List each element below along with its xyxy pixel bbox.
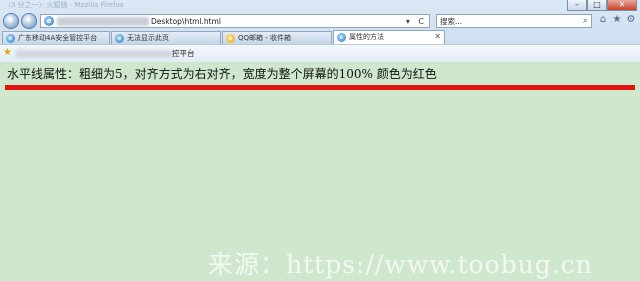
maximize-button[interactable]: □ bbox=[587, 0, 607, 11]
window-controls: – □ ✕ bbox=[567, 0, 637, 11]
search-icon[interactable]: ⌕ bbox=[583, 15, 588, 28]
back-button[interactable]: ‹ bbox=[3, 13, 19, 29]
tab-cannot-display[interactable]: e 无法显示此页 bbox=[111, 31, 221, 44]
search-placeholder: 搜索... bbox=[440, 17, 463, 26]
ie-page-icon: e bbox=[44, 16, 54, 26]
navigation-bar: ‹ › e Desktop\html.html ▾ C 搜索... ⌕ ⌂ ★ … bbox=[0, 12, 640, 30]
horizontal-rule bbox=[5, 85, 635, 90]
ie-tab-icon: e bbox=[115, 34, 124, 43]
gear-icon[interactable]: ⚙ bbox=[626, 14, 636, 26]
toolbar-icons: ⌂ ★ ⚙ bbox=[598, 14, 636, 26]
favorites-item[interactable]: 控平台 bbox=[172, 45, 195, 62]
home-icon[interactable]: ⌂ bbox=[598, 14, 608, 26]
page-heading: 水平线属性：粗细为5，对齐方式为右对齐，宽度为整个屏幕的100% 颜色为红色 bbox=[7, 67, 437, 81]
tab-4a-platform[interactable]: e 广东移动4A安全管控平台 bbox=[2, 31, 110, 44]
tab-attribute-methods[interactable]: e 属性的方法 ✕ bbox=[333, 30, 445, 44]
minimize-button[interactable]: – bbox=[567, 0, 587, 11]
favorites-bar: ★ 控平台 bbox=[0, 44, 640, 62]
ie-tab-icon: e bbox=[337, 33, 346, 42]
close-button[interactable]: ✕ bbox=[607, 0, 637, 11]
refresh-icon[interactable]: ▾ C bbox=[406, 15, 427, 28]
favorites-icon[interactable]: ★ bbox=[612, 14, 622, 26]
address-bar[interactable]: e Desktop\html.html ▾ C bbox=[40, 14, 430, 28]
address-redacted bbox=[57, 17, 149, 26]
window-title: （3 分之一）· 火狐版 · Mozilla Firefox bbox=[4, 1, 124, 9]
tab-close-icon[interactable]: ✕ bbox=[434, 31, 441, 43]
browser-chrome: （3 分之一）· 火狐版 · Mozilla Firefox – □ ✕ ‹ ›… bbox=[0, 0, 640, 62]
tab-label: QQ邮箱 - 收件箱 bbox=[238, 34, 291, 42]
tab-qq-mail[interactable]: e QQ邮箱 - 收件箱 bbox=[222, 31, 332, 44]
search-input[interactable]: 搜索... ⌕ bbox=[436, 14, 592, 28]
qq-mail-tab-icon: e bbox=[226, 34, 235, 43]
tab-strip: e 广东移动4A安全管控平台 e 无法显示此页 e QQ邮箱 - 收件箱 e 属… bbox=[0, 30, 640, 44]
favorites-redacted bbox=[16, 50, 172, 58]
ie-tab-icon: e bbox=[6, 34, 15, 43]
tab-label: 无法显示此页 bbox=[127, 34, 169, 42]
tab-label: 属性的方法 bbox=[349, 33, 384, 41]
forward-button[interactable]: › bbox=[21, 13, 37, 29]
address-text: Desktop\html.html bbox=[151, 17, 222, 26]
tab-label: 广东移动4A安全管控平台 bbox=[18, 34, 98, 42]
favorites-star-icon[interactable]: ★ bbox=[3, 47, 12, 59]
source-watermark: 来源：https://www.toobug.cn bbox=[208, 250, 593, 279]
page-content: 水平线属性：粗细为5，对齐方式为右对齐，宽度为整个屏幕的100% 颜色为红色 来… bbox=[0, 62, 640, 281]
title-bar: （3 分之一）· 火狐版 · Mozilla Firefox – □ ✕ bbox=[0, 0, 640, 12]
